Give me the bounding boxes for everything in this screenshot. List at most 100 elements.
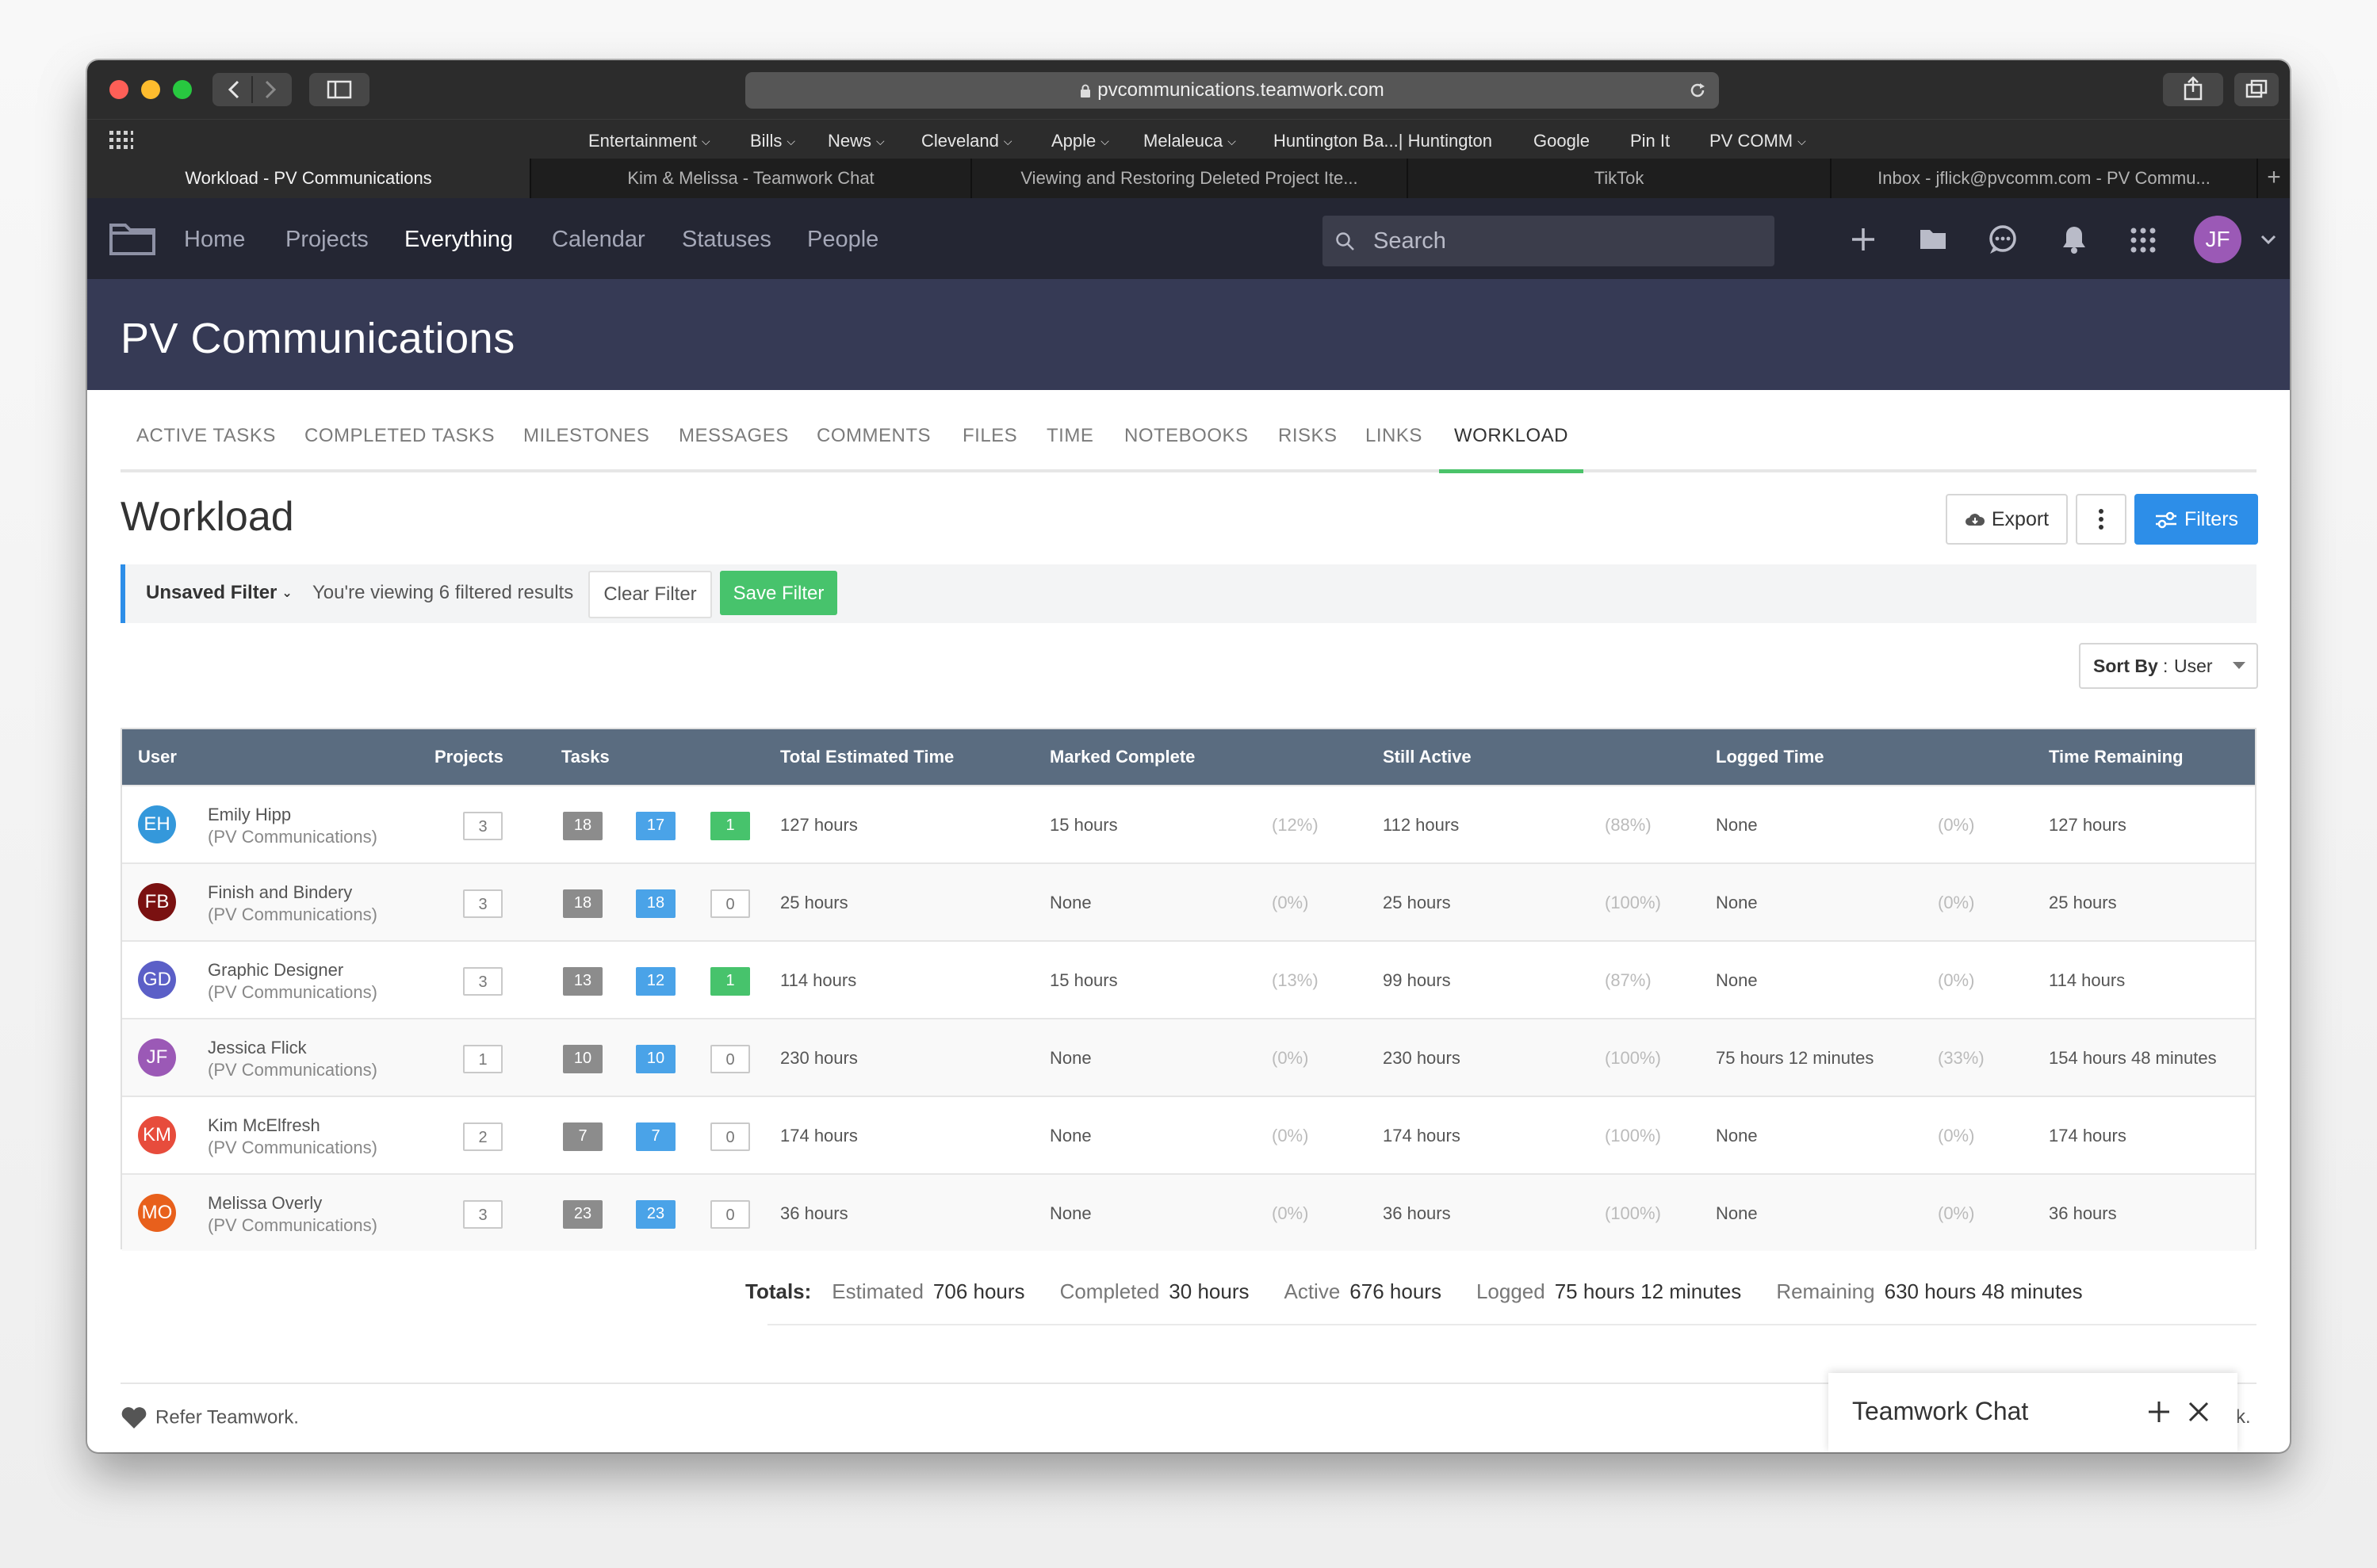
address-bar[interactable]: pvcommunications.teamwork.com xyxy=(745,72,1719,109)
tasks-total-count[interactable]: 23 xyxy=(563,1200,603,1229)
bookmark-pv-comm[interactable]: PV COMM ⌵ xyxy=(1709,131,1806,151)
tab-milestones[interactable]: MILESTONES xyxy=(523,425,649,447)
table-row[interactable]: MO Melissa Overly (PV Communications) 3 2… xyxy=(122,1173,2255,1251)
user-name[interactable]: Finish and Bindery (PV Communications) xyxy=(208,882,377,926)
projects-folder-icon[interactable] xyxy=(108,217,157,258)
reload-icon[interactable] xyxy=(1687,80,1708,101)
projects-count[interactable]: 3 xyxy=(463,1200,503,1229)
col-header-still-active[interactable]: Still Active xyxy=(1383,747,1472,767)
table-row[interactable]: KM Kim McElfresh (PV Communications) 2 7 … xyxy=(122,1096,2255,1173)
grid-icon[interactable] xyxy=(109,131,133,150)
user-name[interactable]: Melissa Overly (PV Communications) xyxy=(208,1192,377,1237)
col-header-marked-complete[interactable]: Marked Complete xyxy=(1050,747,1195,767)
avatar[interactable]: KM xyxy=(138,1116,176,1154)
back-forward-buttons[interactable] xyxy=(212,73,292,106)
tab-messages[interactable]: MESSAGES xyxy=(679,425,789,447)
minimize-window-button[interactable] xyxy=(141,80,160,99)
col-header-total-estimated[interactable]: Total Estimated Time xyxy=(780,747,954,767)
tasks-total-count[interactable]: 18 xyxy=(563,812,603,840)
bookmark-apple[interactable]: Apple ⌵ xyxy=(1051,131,1109,151)
tasks-completed-count[interactable]: 0 xyxy=(710,1122,750,1151)
browser-tab-workload[interactable]: Workload - PV Communications xyxy=(87,159,531,198)
tasks-completed-count[interactable]: 0 xyxy=(710,1200,750,1229)
tasks-active-count[interactable]: 18 xyxy=(636,889,676,918)
avatar[interactable]: JF xyxy=(138,1038,176,1077)
bookmark-news[interactable]: News ⌵ xyxy=(828,131,885,151)
save-filter-button[interactable]: Save Filter xyxy=(720,571,837,615)
filter-name-dropdown[interactable]: Unsaved Filter ⌄ xyxy=(146,582,293,604)
tab-active-tasks[interactable]: ACTIVE TASKS xyxy=(136,425,276,447)
nav-calendar[interactable]: Calendar xyxy=(552,227,645,253)
user-name[interactable]: Kim McElfresh (PV Communications) xyxy=(208,1115,377,1159)
nav-home[interactable]: Home xyxy=(184,227,245,253)
user-name[interactable]: Emily Hipp (PV Communications) xyxy=(208,804,377,848)
browser-tab-tiktok[interactable]: TikTok xyxy=(1408,159,1832,198)
search-input[interactable]: Search xyxy=(1322,216,1774,266)
tab-risks[interactable]: RISKS xyxy=(1278,425,1338,447)
zoom-window-button[interactable] xyxy=(173,80,192,99)
user-avatar[interactable]: JF xyxy=(2194,216,2241,263)
bookmark-entertainment[interactable]: Entertainment ⌵ xyxy=(588,131,710,151)
avatar[interactable]: FB xyxy=(138,883,176,921)
projects-count[interactable]: 3 xyxy=(463,967,503,996)
user-name[interactable]: Jessica Flick (PV Communications) xyxy=(208,1037,377,1081)
bookmark-cleveland[interactable]: Cleveland ⌵ xyxy=(921,131,1012,151)
add-icon[interactable] xyxy=(2147,1400,2171,1424)
tasks-completed-count[interactable]: 0 xyxy=(710,889,750,918)
bookmark-google[interactable]: Google xyxy=(1533,131,1590,151)
tab-comments[interactable]: COMMENTS xyxy=(817,425,931,447)
avatar[interactable]: EH xyxy=(138,805,176,843)
col-header-projects[interactable]: Projects xyxy=(434,747,503,767)
table-row[interactable]: EH Emily Hipp (PV Communications) 3 18 17… xyxy=(122,785,2255,862)
filters-button[interactable]: Filters xyxy=(2134,494,2258,545)
tasks-completed-count[interactable]: 1 xyxy=(710,812,750,840)
tasks-completed-count[interactable]: 0 xyxy=(710,1045,750,1073)
nav-statuses[interactable]: Statuses xyxy=(682,227,771,253)
tasks-active-count[interactable]: 17 xyxy=(636,812,676,840)
tasks-active-count[interactable]: 12 xyxy=(636,967,676,996)
close-icon[interactable] xyxy=(2188,1402,2209,1422)
tasks-total-count[interactable]: 7 xyxy=(563,1122,603,1151)
tasks-active-count[interactable]: 7 xyxy=(636,1122,676,1151)
col-header-tasks[interactable]: Tasks xyxy=(561,747,610,767)
export-button[interactable]: Export xyxy=(1946,494,2068,545)
bookmark-huntington[interactable]: Huntington Ba...| Huntington xyxy=(1273,131,1492,151)
apps-grid-icon[interactable] xyxy=(2130,227,2157,254)
user-name[interactable]: Graphic Designer (PV Communications) xyxy=(208,959,377,1004)
table-row[interactable]: GD Graphic Designer (PV Communications) 3… xyxy=(122,940,2255,1018)
tab-files[interactable]: FILES xyxy=(963,425,1017,447)
tasks-total-count[interactable]: 18 xyxy=(563,889,603,918)
show-tabs-button[interactable] xyxy=(2234,73,2279,106)
add-icon[interactable] xyxy=(1849,225,1877,254)
close-window-button[interactable] xyxy=(109,80,128,99)
folder-icon[interactable] xyxy=(1919,227,1947,250)
nav-everything[interactable]: Everything xyxy=(404,227,513,253)
browser-tab-teamwork-chat[interactable]: Kim & Melissa - Teamwork Chat xyxy=(531,159,972,198)
refer-teamwork-link[interactable]: Refer Teamwork. xyxy=(121,1406,299,1430)
avatar[interactable]: GD xyxy=(138,961,176,999)
col-header-time-remaining[interactable]: Time Remaining xyxy=(2049,747,2184,767)
projects-count[interactable]: 2 xyxy=(463,1122,503,1151)
tasks-total-count[interactable]: 10 xyxy=(563,1045,603,1073)
table-row[interactable]: FB Finish and Bindery (PV Communications)… xyxy=(122,862,2255,940)
sort-by-select[interactable]: Sort By : User xyxy=(2079,643,2258,689)
teamwork-chat-panel[interactable]: Teamwork Chat xyxy=(1828,1373,2237,1452)
tasks-active-count[interactable]: 23 xyxy=(636,1200,676,1229)
tasks-completed-count[interactable]: 1 xyxy=(710,967,750,996)
share-button[interactable] xyxy=(2163,73,2223,106)
bookmark-bills[interactable]: Bills ⌵ xyxy=(750,131,795,151)
projects-count[interactable]: 3 xyxy=(463,889,503,918)
bookmark-pin-it[interactable]: Pin It xyxy=(1630,131,1670,151)
tab-time[interactable]: TIME xyxy=(1047,425,1093,447)
table-row[interactable]: JF Jessica Flick (PV Communications) 1 10… xyxy=(122,1018,2255,1096)
browser-tab-deleted-items[interactable]: Viewing and Restoring Deleted Project It… xyxy=(972,159,1408,198)
tab-links[interactable]: LINKS xyxy=(1365,425,1422,447)
bell-icon[interactable] xyxy=(2060,224,2088,255)
browser-tab-inbox[interactable]: Inbox - jflick@pvcomm.com - PV Commu... xyxy=(1832,159,2258,198)
tab-notebooks[interactable]: NOTEBOOKS xyxy=(1124,425,1249,447)
projects-count[interactable]: 1 xyxy=(463,1045,503,1073)
nav-projects[interactable]: Projects xyxy=(285,227,369,253)
col-header-user[interactable]: User xyxy=(138,747,177,767)
projects-count[interactable]: 3 xyxy=(463,812,503,840)
clear-filter-button[interactable]: Clear Filter xyxy=(588,571,712,618)
